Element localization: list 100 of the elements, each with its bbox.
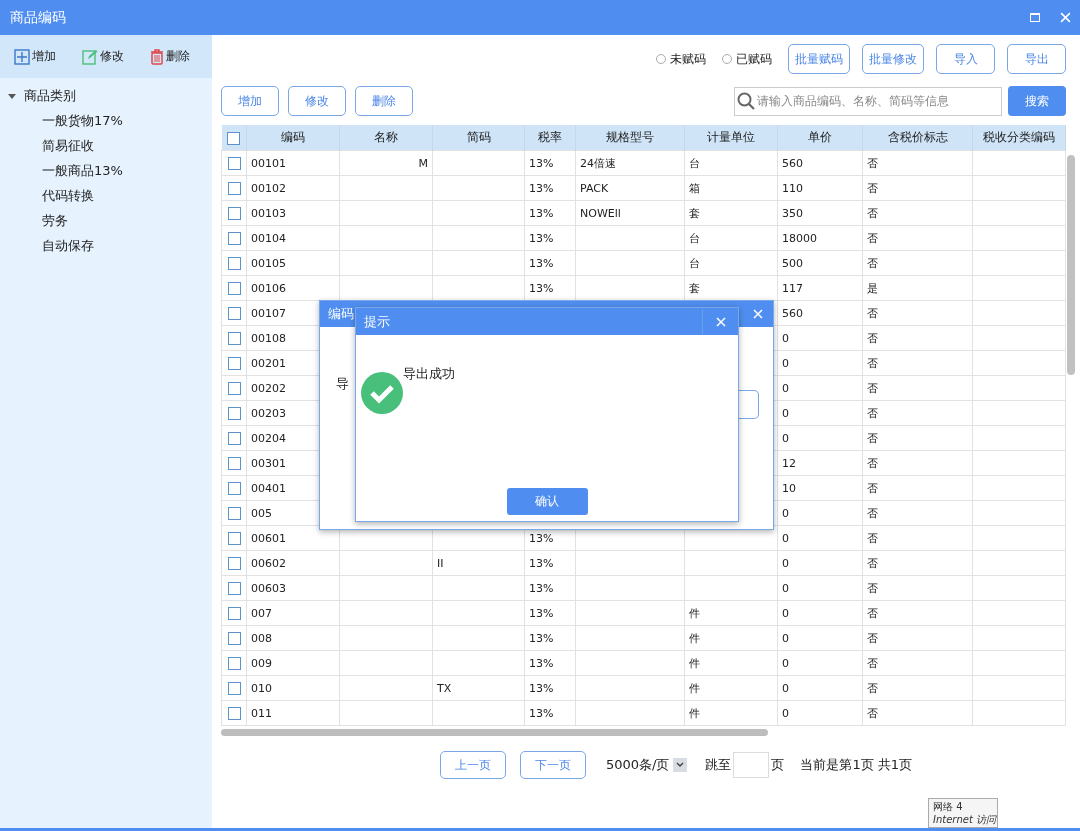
table-cell: 0 [782, 631, 789, 645]
window-title: 商品编码 [10, 8, 66, 27]
close-icon [753, 309, 763, 319]
tree-item[interactable]: 一般货物17% [42, 111, 123, 130]
dropdown-button[interactable] [673, 758, 688, 772]
table-cell: 13% [529, 606, 554, 620]
scrollbar[interactable] [1067, 155, 1075, 375]
checkbox[interactable] [227, 631, 241, 645]
checkbox[interactable] [227, 431, 241, 445]
table-cell: 否 [867, 631, 878, 645]
chevron-down-icon [676, 762, 685, 768]
table-cell: 13% [529, 531, 554, 545]
next-page-button[interactable]: 下一页 [520, 751, 586, 779]
tree-item[interactable]: 自动保存 [42, 236, 94, 255]
table-cell: 0 [782, 506, 789, 520]
checkbox[interactable] [227, 131, 241, 145]
checkbox[interactable] [227, 456, 241, 470]
table-cell: 0 [782, 406, 789, 420]
table-cell: 否 [867, 156, 878, 170]
page-unit: 页 [771, 756, 785, 774]
checkbox[interactable] [227, 231, 241, 245]
tree-item[interactable]: 一般商品13% [42, 161, 123, 180]
action-button[interactable]: 删除 [355, 86, 413, 116]
tree-item[interactable]: 商品类别 [24, 86, 76, 105]
toolbar-button[interactable]: 修改 [82, 48, 124, 65]
table-cell: 00107 [251, 306, 286, 320]
toolbar-button[interactable]: 导入 [936, 44, 995, 74]
table-cell: 否 [867, 256, 878, 270]
table-cell: TX [437, 681, 452, 695]
table-cell: 007 [251, 606, 272, 620]
table-cell: 13% [529, 256, 554, 270]
tree-item[interactable]: 简易征收 [42, 136, 94, 155]
plus-square-icon [14, 48, 30, 65]
table-cell: 0 [782, 431, 789, 445]
checkbox[interactable] [227, 356, 241, 370]
action-button[interactable]: 修改 [288, 86, 346, 116]
radio-option[interactable]: 未赋码 [656, 50, 706, 68]
checkbox[interactable] [227, 381, 241, 395]
toolbar-button[interactable]: 批量修改 [862, 44, 924, 74]
table-cell: NOWEll [580, 206, 621, 220]
page-input[interactable] [733, 752, 770, 778]
checkbox[interactable] [227, 481, 241, 495]
table-cell: 00204 [251, 431, 286, 445]
table-cell: 005 [251, 506, 272, 520]
radio-option[interactable]: 已赋码 [722, 50, 772, 68]
action-button[interactable]: 增加 [221, 86, 279, 116]
table-cell: 台 [689, 156, 700, 170]
table-cell: 否 [867, 606, 878, 620]
checkbox[interactable] [227, 506, 241, 520]
checkbox[interactable] [227, 681, 241, 695]
table-cell: 件 [689, 681, 700, 695]
checkbox[interactable] [227, 656, 241, 670]
table-cell: 件 [689, 656, 700, 670]
checkbox[interactable] [227, 156, 241, 170]
table-cell: 500 [782, 256, 803, 270]
search-field[interactable]: 请输入商品编码、名称、简码等信息 [734, 86, 1002, 116]
table-cell: 009 [251, 656, 272, 670]
toolbar-button[interactable]: 增加 [14, 48, 56, 65]
checkbox[interactable] [227, 206, 241, 220]
column-header: 税收分类编码 [972, 125, 1066, 151]
checkbox[interactable] [227, 256, 241, 270]
checkbox[interactable] [227, 556, 241, 570]
table-cell: 24倍速 [580, 156, 616, 170]
checkbox[interactable] [227, 706, 241, 720]
table-cell: 13% [529, 556, 554, 570]
table-cell: 10 [782, 481, 796, 495]
checkbox[interactable] [227, 306, 241, 320]
dialog-message: 导出成功 [403, 365, 455, 383]
checkbox[interactable] [227, 606, 241, 620]
tree-item[interactable]: 劳务 [42, 211, 68, 230]
checkbox[interactable] [227, 581, 241, 595]
table-cell: 件 [689, 631, 700, 645]
table-cell: 13% [529, 681, 554, 695]
table-cell: 否 [867, 506, 878, 520]
checkbox[interactable] [227, 406, 241, 420]
table-cell: 13% [529, 156, 554, 170]
tree-item[interactable]: 代码转换 [42, 186, 94, 205]
caret-icon[interactable] [8, 91, 16, 100]
checkbox[interactable] [227, 331, 241, 345]
table-cell: 117 [782, 281, 803, 295]
toolbar-button[interactable]: 导出 [1007, 44, 1066, 74]
table-cell: 否 [867, 231, 878, 245]
table-cell: 00106 [251, 281, 286, 295]
table-cell: 00202 [251, 381, 286, 395]
scrollbar[interactable] [221, 729, 768, 736]
table-cell: 0 [782, 356, 789, 370]
table-cell: 008 [251, 631, 272, 645]
table-cell: 010 [251, 681, 272, 695]
table-cell: 套 [689, 206, 700, 220]
checkbox[interactable] [227, 181, 241, 195]
column-header: 税率 [524, 125, 576, 151]
table-cell: 件 [689, 706, 700, 720]
table-cell: 0 [782, 381, 789, 395]
close-icon [1059, 12, 1071, 23]
prev-page-button[interactable]: 上一页 [440, 751, 506, 779]
dialog-title: 提示 [364, 312, 390, 331]
toolbar-button[interactable]: 删除 [150, 48, 190, 65]
checkbox[interactable] [227, 281, 241, 295]
checkbox[interactable] [227, 531, 241, 545]
toolbar-button[interactable]: 批量赋码 [788, 44, 850, 74]
